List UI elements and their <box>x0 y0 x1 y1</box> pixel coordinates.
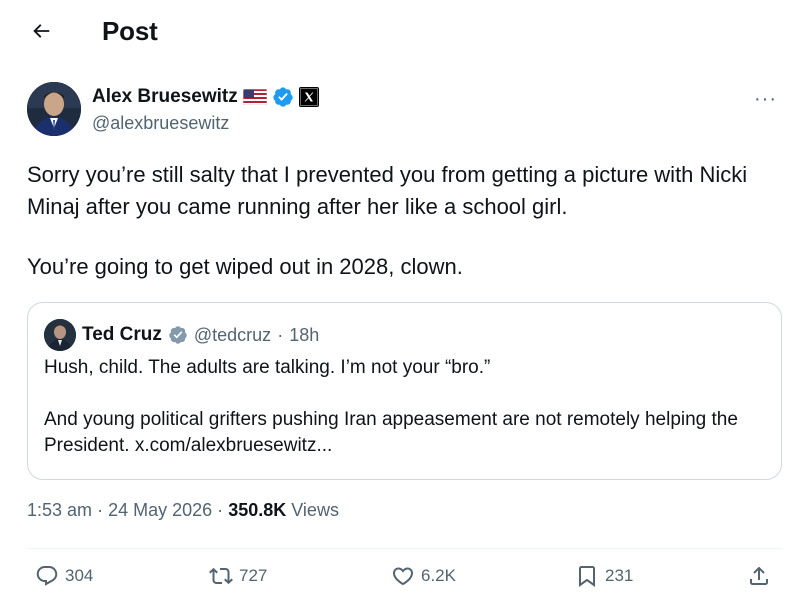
top-bar: Post <box>0 0 800 62</box>
quoted-avatar[interactable] <box>44 319 76 351</box>
post-text-paragraph-2: You’re going to get wiped out in 2028, c… <box>27 254 463 279</box>
quoted-post-header: Ted Cruz @tedcruz · 18h <box>44 319 319 351</box>
views-label: Views <box>291 500 339 520</box>
post-date[interactable]: 24 May 2026 <box>108 500 212 520</box>
post-meta: 1:53 am · 24 May 2026 · 350.8K Views <box>27 500 339 521</box>
bookmark-icon <box>579 566 595 587</box>
quoted-text-paragraph-1: Hush, child. The adults are talking. I’m… <box>44 357 491 378</box>
divider <box>27 548 782 549</box>
post-text-paragraph-1: Sorry you’re still salty that I prevente… <box>27 162 748 219</box>
repost-button[interactable]: 727 <box>209 564 267 588</box>
separator-dot: · <box>277 324 284 345</box>
verified-badge-icon[interactable] <box>272 86 294 108</box>
reply-button[interactable]: 304 <box>35 564 93 588</box>
share-button[interactable] <box>747 564 771 588</box>
quoted-post-card[interactable]: Ted Cruz @tedcruz · 18h Hush, child. The… <box>27 302 782 480</box>
separator-dot: · <box>217 500 224 520</box>
author-handle[interactable]: @alexbruesewitz <box>92 113 229 134</box>
views-count: 350.8K <box>228 500 287 520</box>
quoted-author-name[interactable]: Ted Cruz <box>82 324 162 346</box>
post-text: Sorry you’re still salty that I prevente… <box>27 159 777 283</box>
post-time[interactable]: 1:53 am <box>27 500 92 520</box>
author-name[interactable]: Alex Bruesewitz <box>92 86 238 108</box>
quoted-post-text: Hush, child. The adults are talking. I’m… <box>44 355 769 459</box>
arrow-left-icon <box>33 24 50 38</box>
like-button[interactable]: 6.2K <box>391 564 456 588</box>
avatar[interactable] <box>27 82 81 136</box>
quoted-post-time[interactable]: 18h <box>289 325 319 346</box>
like-icon <box>392 567 414 586</box>
reply-icon <box>36 566 58 586</box>
author-name-row: Alex Bruesewitz <box>92 86 319 108</box>
more-dots-icon[interactable]: ··· <box>754 88 777 111</box>
x-logo-icon[interactable] <box>298 87 319 107</box>
like-count: 6.2K <box>421 566 456 585</box>
page-title: Post <box>102 16 158 46</box>
reply-count: 304 <box>65 566 94 585</box>
repost-icon <box>209 567 233 585</box>
post-author: Alex Bruesewitz @alexbruesewitz ··· <box>27 82 777 142</box>
quoted-author-handle[interactable]: @tedcruz <box>194 325 271 346</box>
bookmark-button[interactable]: 231 <box>575 564 633 588</box>
bookmark-count: 231 <box>605 566 634 585</box>
back-button[interactable] <box>24 14 58 48</box>
us-flag-icon <box>242 89 267 105</box>
quoted-text-paragraph-2: And young political grifters pushing Ira… <box>44 409 738 456</box>
verified-badge-gray-icon[interactable] <box>168 325 188 345</box>
action-bar: 304 727 6.2K 231 <box>35 564 780 598</box>
share-icon <box>750 566 768 585</box>
separator-dot: · <box>97 500 104 520</box>
repost-count: 727 <box>239 566 268 585</box>
